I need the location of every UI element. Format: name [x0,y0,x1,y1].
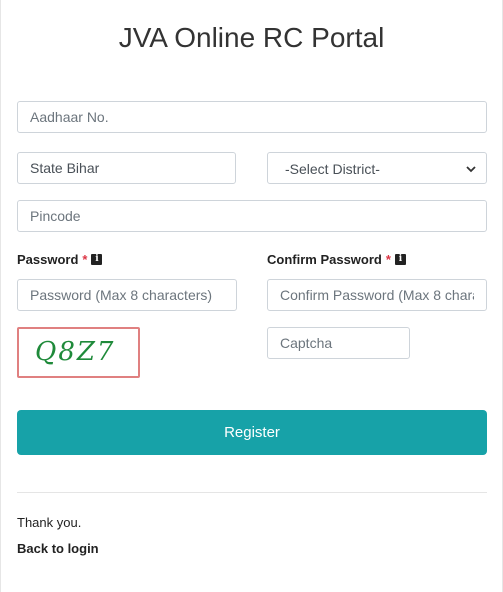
state-field: State Bihar [17,152,236,184]
page-title: JVA Online RC Portal [118,22,385,53]
state-value: State Bihar [30,160,100,176]
password-label-text: Password [17,252,79,267]
captcha-code: Q8Z7 [35,337,116,367]
info-icon[interactable]: i [394,254,406,265]
confirm-password-label: Confirm Password * i [267,252,406,267]
thanks-text: Thank you. [17,515,82,530]
register-button[interactable]: Register [17,410,487,455]
captcha-image: Q8Z7 [17,327,140,378]
password-label: Password * i [17,252,103,267]
district-selected: -Select District- [285,161,380,177]
chevron-down-icon [466,166,476,173]
info-icon[interactable]: i [91,254,103,265]
back-to-login-link[interactable]: Back to login [17,541,99,556]
confirm-password-input[interactable] [267,279,487,311]
required-mark: * [82,252,88,267]
pincode-input[interactable] [17,200,487,232]
captcha-input[interactable] [267,327,410,359]
divider [17,492,487,493]
required-mark: * [385,252,391,267]
confirm-password-label-text: Confirm Password [267,252,382,267]
aadhaar-input[interactable] [17,101,487,133]
district-select[interactable]: -Select District- [267,152,487,184]
password-input[interactable] [17,279,237,311]
